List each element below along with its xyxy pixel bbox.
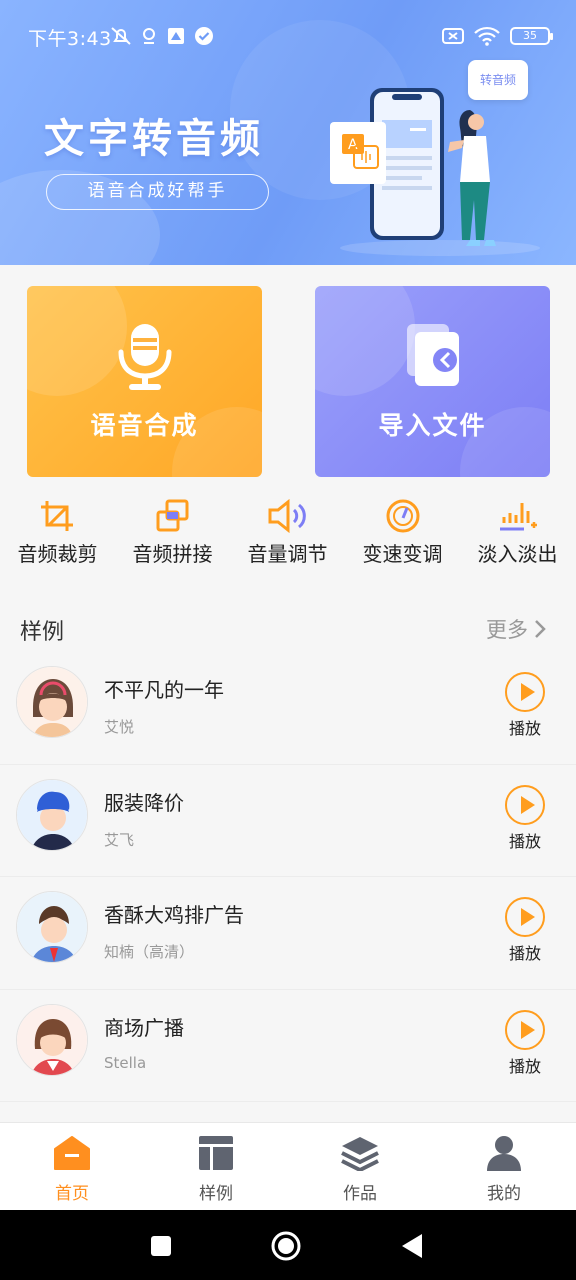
import-file-label: 导入文件	[378, 411, 487, 440]
samples-title: 样例	[20, 620, 65, 645]
tool-row: 音频裁剪 音频拼接 音量调节 变速变调 淡入淡出	[0, 496, 576, 566]
microphone-icon	[118, 324, 171, 390]
tool-label: 变速变调	[362, 542, 443, 566]
splice-icon	[156, 499, 188, 532]
play-label[interactable]: 播放	[505, 1053, 545, 1077]
recent-apps-icon[interactable]	[145, 1230, 177, 1262]
status-time: 下午3:43	[28, 28, 112, 50]
speedometer-icon	[386, 499, 419, 533]
play-button[interactable]	[505, 784, 545, 825]
play-label[interactable]: 播放	[505, 940, 545, 964]
mute-bell-icon	[111, 27, 131, 45]
sample-title: 商场广播	[104, 1015, 184, 1040]
tool-fade-in-out[interactable]: 淡入淡出	[460, 496, 575, 567]
tab-works[interactable]: 作品	[288, 1123, 432, 1211]
play-button[interactable]	[505, 1009, 545, 1050]
list-item[interactable]: 商场广播 Stella 播放	[0, 990, 576, 1102]
home-button-icon[interactable]	[270, 1230, 302, 1262]
battery-icon: 35	[510, 27, 553, 45]
volume-icon	[268, 499, 306, 533]
play-label[interactable]: 播放	[505, 715, 545, 739]
tool-volume-adjust[interactable]: 音量调节	[230, 496, 345, 567]
banner-title: 文字转音频	[44, 116, 264, 162]
play-label[interactable]: 播放	[505, 828, 545, 852]
tool-label: 淡入淡出	[477, 542, 558, 566]
app-notification-icon	[168, 28, 184, 44]
bottom-tab-bar: 首页 样例 作品 我的	[0, 1122, 576, 1210]
samples-icon	[199, 1136, 233, 1170]
card-decoration	[315, 286, 415, 396]
location-icon	[143, 28, 155, 44]
tool-label: 音频拼接	[132, 542, 213, 566]
sim-off-icon	[442, 28, 464, 44]
sample-speaker: 艾飞	[104, 830, 135, 849]
import-file-icon	[406, 324, 459, 386]
speech-bubble: 转音频	[468, 60, 528, 100]
sample-title: 香酥大鸡排广告	[104, 903, 244, 927]
sample-speaker: 知楠（高清）	[104, 943, 195, 961]
samples-header: 样例 更多	[0, 612, 576, 648]
tool-audio-splice[interactable]: 音频拼接	[115, 496, 230, 567]
list-item[interactable]: 服装降价 艾飞 播放	[0, 765, 576, 877]
tab-samples[interactable]: 样例	[144, 1123, 288, 1211]
avatar	[16, 1003, 88, 1076]
status-bar: 下午3:43 35	[0, 18, 576, 54]
back-icon[interactable]	[396, 1230, 428, 1262]
fade-icon	[499, 503, 537, 531]
wifi-icon	[474, 26, 500, 46]
tab-label: 样例	[199, 1184, 233, 1204]
tool-audio-crop[interactable]: 音频裁剪	[0, 496, 115, 567]
speech-synthesis-label: 语音合成	[90, 411, 199, 440]
sample-title: 不平凡的一年	[104, 678, 224, 702]
tab-label: 我的	[487, 1184, 521, 1204]
tool-speed-pitch[interactable]: 变速变调	[345, 496, 460, 567]
status-notification-icons	[110, 26, 214, 46]
user-icon	[487, 1136, 521, 1171]
import-file-card[interactable]: 导入文件	[315, 286, 550, 477]
layers-icon	[341, 1137, 379, 1171]
speech-synthesis-card[interactable]: 语音合成	[27, 286, 262, 477]
avatar	[16, 778, 88, 851]
list-item[interactable]: 香酥大鸡排广告 知楠（高清） 播放	[0, 877, 576, 990]
system-navigation-bar	[0, 1210, 576, 1280]
crop-icon	[40, 501, 73, 531]
play-button[interactable]	[505, 897, 545, 937]
chevron-right-icon	[535, 620, 546, 638]
more-label: 更多	[486, 618, 528, 642]
list-item[interactable]: 不平凡的一年 艾悦 播放	[0, 652, 576, 765]
more-link[interactable]: 更多	[486, 614, 546, 644]
check-badge-icon	[195, 27, 213, 45]
banner[interactable]: 下午3:43 35 文字转音频 语音合成好帮手 A 转音频	[0, 0, 576, 265]
avatar	[16, 891, 88, 963]
status-system-icons: 35	[442, 26, 553, 46]
sample-speaker: Stella	[104, 1053, 147, 1072]
sample-title: 服装降价	[104, 790, 184, 815]
tool-label: 音量调节	[247, 542, 328, 566]
tab-mine[interactable]: 我的	[432, 1123, 576, 1211]
tab-label: 首页	[55, 1184, 89, 1204]
play-button[interactable]	[505, 672, 545, 712]
tab-home[interactable]: 首页	[0, 1123, 144, 1211]
avatar	[16, 666, 88, 738]
tab-label: 作品	[343, 1184, 377, 1204]
home-icon	[54, 1136, 90, 1170]
tool-label: 音频裁剪	[17, 542, 98, 566]
samples-list: 不平凡的一年 艾悦 播放 服装降价 艾飞 播放 香酥大鸡排广告 知楠（高清） 播…	[0, 652, 576, 1102]
card-decoration	[27, 286, 127, 396]
sample-speaker: 艾悦	[104, 718, 135, 736]
banner-subtitle: 语音合成好帮手	[46, 174, 269, 210]
